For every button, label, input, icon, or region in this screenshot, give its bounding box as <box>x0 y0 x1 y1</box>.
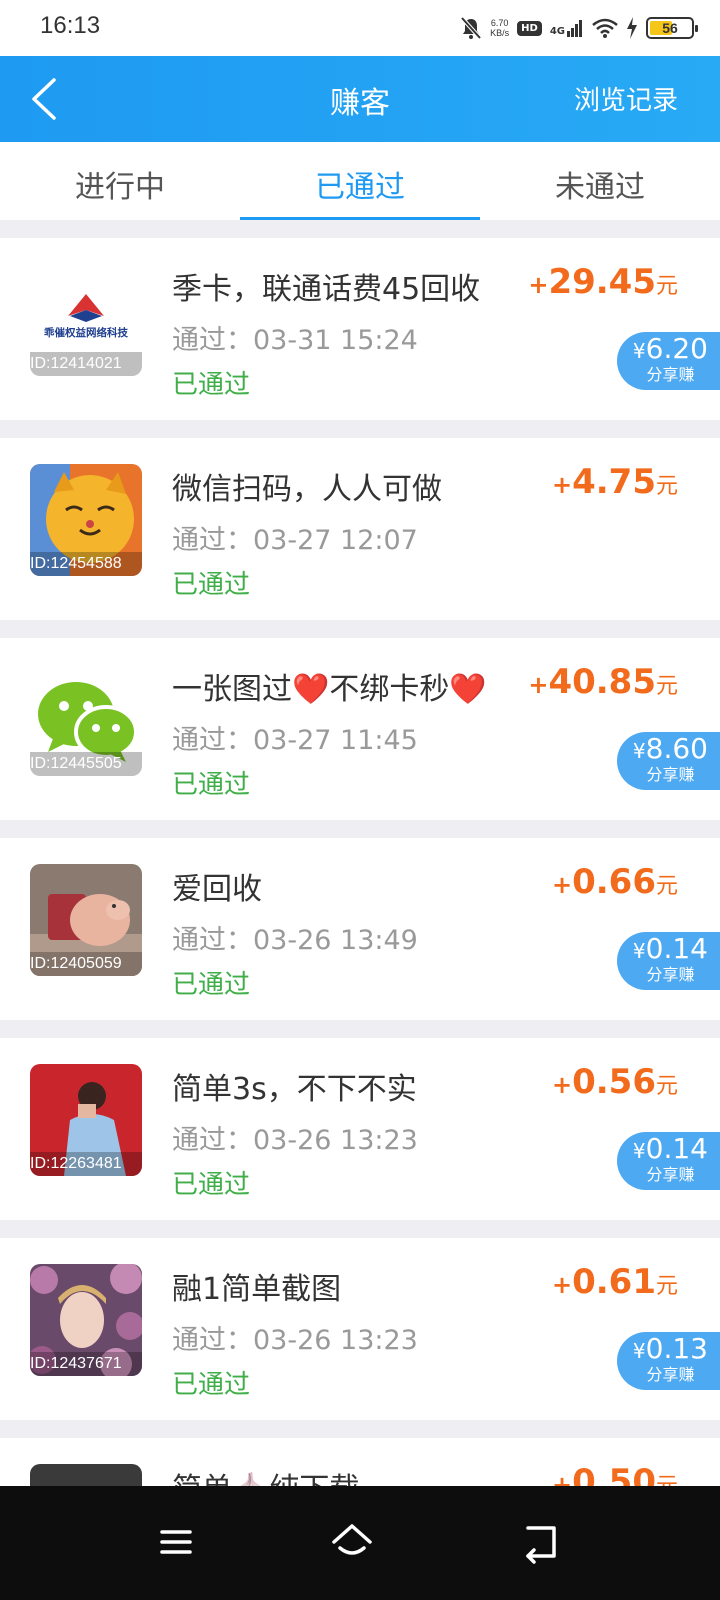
task-status: 已通过 <box>172 770 251 800</box>
mute-bell-icon <box>460 16 482 40</box>
task-name: 微信扫码，人人可做 <box>172 472 442 507</box>
task-reward: +0.61元 <box>551 1262 678 1302</box>
task-time: 通过：03-27 11:45 <box>172 725 418 756</box>
logo-text: 乖催权益网络科技 <box>44 326 128 339</box>
tab-passed[interactable]: 已通过 <box>240 142 480 220</box>
share-earn-button[interactable]: ¥0.13 分享赚 <box>616 1332 720 1390</box>
share-earn-button[interactable]: ¥0.14 分享赚 <box>616 932 720 990</box>
task-reward: +40.85元 <box>528 662 678 702</box>
charging-icon <box>627 17 637 39</box>
menu-icon[interactable] <box>150 1516 202 1568</box>
share-earn-button[interactable]: ¥6.20 分享赚 <box>616 332 720 390</box>
system-nav-bar <box>0 1486 720 1600</box>
net-speed: 6.70 KB/s <box>490 18 510 38</box>
signal-4g-icon: 4G <box>550 19 584 37</box>
task-time: 通过：03-27 12:07 <box>172 525 418 556</box>
task-card[interactable]: ID:12263481 简单3s，不下不实 通过：03-26 13:23 已通过… <box>0 1038 720 1220</box>
tab-in-progress[interactable]: 进行中 <box>0 142 240 220</box>
task-time: 通过：03-26 13:23 <box>172 1125 418 1156</box>
task-time: 通过：03-31 15:24 <box>172 325 418 356</box>
task-time: 通过：03-26 13:49 <box>172 925 418 956</box>
task-status: 已通过 <box>172 1370 251 1400</box>
task-name: 一张图过❤️不绑卡秒❤️ <box>172 672 487 707</box>
battery-icon: 56 <box>646 17 698 39</box>
header-bar: 赚客 浏览记录 <box>0 56 720 142</box>
task-name: 季卡，联通话费45回收 <box>172 272 481 307</box>
wifi-icon <box>592 18 618 38</box>
task-thumbnail: ID:12263481 <box>30 1064 142 1176</box>
task-reward: +4.75元 <box>551 462 678 502</box>
task-status: 已通过 <box>172 1170 251 1200</box>
task-thumbnail: ID:12405059 <box>30 864 142 976</box>
task-id: ID:12414021 <box>30 352 142 376</box>
task-card[interactable]: ID:12405059 爱回收 通过：03-26 13:49 已通过 +0.66… <box>0 838 720 1020</box>
task-reward: +0.66元 <box>551 862 678 902</box>
task-thumbnail: ID:12437671 <box>30 1264 142 1376</box>
task-status: 已通过 <box>172 570 251 600</box>
task-thumbnail: ID:12454588 <box>30 464 142 576</box>
task-id: ID:12437671 <box>30 1352 142 1376</box>
task-thumbnail: ID:12445505 <box>30 664 142 776</box>
share-earn-button[interactable]: ¥0.14 分享赚 <box>616 1132 720 1190</box>
status-bar: 16:13 6.70 KB/s HD 4G 56 <box>0 0 720 56</box>
task-card[interactable]: ID:12454588 微信扫码，人人可做 通过：03-27 12:07 已通过… <box>0 438 720 620</box>
share-earn-button[interactable]: ¥8.60 分享赚 <box>616 732 720 790</box>
task-reward: +29.45元 <box>528 262 678 302</box>
task-id: ID:12454588 <box>30 552 142 576</box>
status-time: 16:13 <box>40 12 101 39</box>
task-reward: +0.56元 <box>551 1062 678 1102</box>
task-status: 已通过 <box>172 370 251 400</box>
task-card[interactable]: 乖催权益网络科技 ID:12414021 季卡，联通话费45回收 通过：03-3… <box>0 238 720 420</box>
task-list: 乖催权益网络科技 ID:12414021 季卡，联通话费45回收 通过：03-3… <box>0 238 720 1600</box>
task-name: 简单3s，不下不实 <box>172 1072 417 1107</box>
task-id: ID:12263481 <box>30 1152 142 1176</box>
task-id: ID:12445505 <box>30 752 142 776</box>
task-card[interactable]: ID:12437671 融1简单截图 通过：03-26 13:23 已通过 +0… <box>0 1238 720 1420</box>
task-id: ID:12405059 <box>30 952 142 976</box>
task-time: 通过：03-26 13:23 <box>172 1325 418 1356</box>
task-card[interactable]: ID:12445505 一张图过❤️不绑卡秒❤️ 通过：03-27 11:45 … <box>0 638 720 820</box>
task-thumbnail: 乖催权益网络科技 ID:12414021 <box>30 264 142 376</box>
task-name: 爱回收 <box>172 872 262 907</box>
tab-rejected[interactable]: 未通过 <box>480 142 720 220</box>
browse-history-link[interactable]: 浏览记录 <box>574 80 678 117</box>
back-nav-icon[interactable] <box>514 1516 566 1568</box>
status-icons: 6.70 KB/s HD 4G 56 <box>460 14 698 42</box>
task-name: 融1简单截图 <box>172 1272 342 1307</box>
hd-badge: HD <box>517 20 542 36</box>
task-status: 已通过 <box>172 970 251 1000</box>
home-icon[interactable] <box>326 1516 378 1568</box>
tab-bar: 进行中 已通过 未通过 <box>0 142 720 220</box>
